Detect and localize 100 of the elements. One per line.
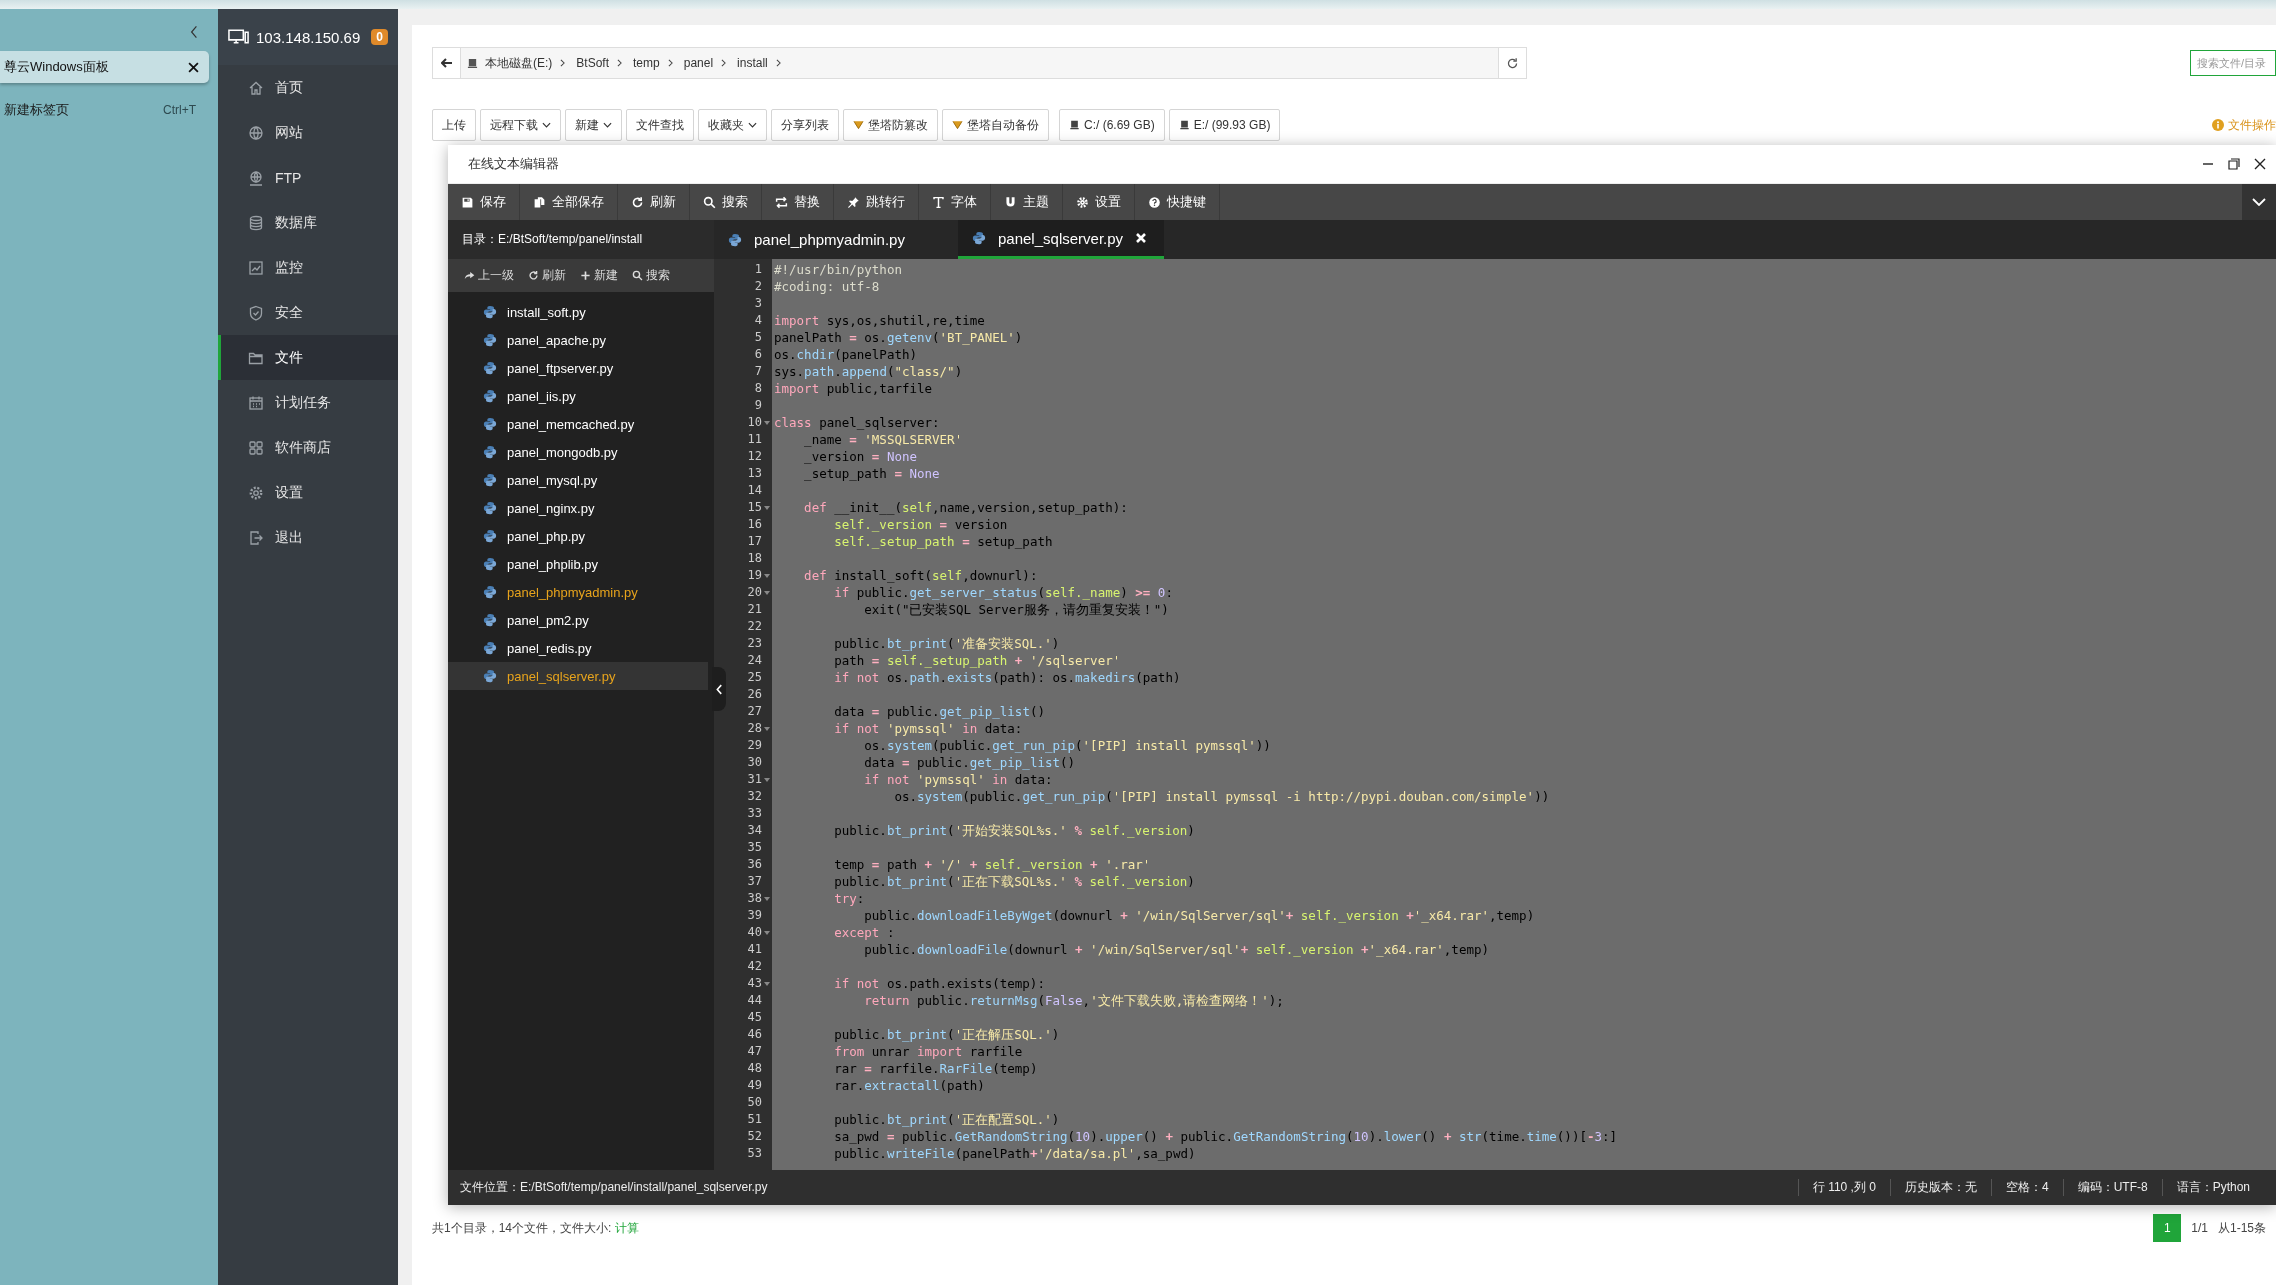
sidebar-label: 安全 xyxy=(275,303,303,322)
tree-action-button[interactable]: 新建 xyxy=(576,267,622,284)
code-line: public.bt_print('准备安装SQL.') xyxy=(833,635,1061,652)
sidebar-item[interactable]: 安全 xyxy=(218,290,398,335)
file-item[interactable]: panel_ftpserver.py xyxy=(448,354,708,382)
line-number: 38 xyxy=(747,890,772,907)
code-line: os.system(public.get_run_pip('[PIP] install pymssql -i http://pypi.douban.com/simple')) xyxy=(893,788,1551,805)
fold-icon[interactable] xyxy=(764,505,770,510)
sidebar-item[interactable]: 设置 xyxy=(218,470,398,515)
maximize-icon[interactable] xyxy=(2228,158,2240,170)
fold-icon[interactable] xyxy=(764,573,770,578)
file-item[interactable]: panel_apache.py xyxy=(448,326,708,354)
tree-action-button[interactable]: 刷新 xyxy=(524,267,570,284)
toolbar-button[interactable]: 收藏夹 xyxy=(698,109,767,141)
file-item[interactable]: panel_phpmyadmin.py xyxy=(448,578,708,606)
plus-icon xyxy=(580,270,591,281)
close-icon[interactable] xyxy=(2254,158,2266,170)
text-cursor-icon xyxy=(932,195,945,209)
collapse-handle[interactable] xyxy=(712,667,726,711)
file-tab[interactable]: panel_phpmyadmin.py xyxy=(714,220,958,259)
file-icon xyxy=(483,361,497,375)
code-line: import public,tarfile xyxy=(774,380,934,397)
sidebar-item[interactable]: FTP xyxy=(218,155,398,200)
line-number: 29 xyxy=(747,737,763,754)
file-item[interactable]: panel_phplib.py xyxy=(448,550,708,578)
file-item[interactable]: install_soft.py xyxy=(448,298,708,326)
browser-tab[interactable]: 尊云Windows面板 xyxy=(0,51,209,83)
sidebar-item[interactable]: 数据库 xyxy=(218,200,398,245)
file-tab[interactable]: panel_sqlserver.py xyxy=(958,220,1164,259)
toolbar-button[interactable]: 远程下载 xyxy=(480,109,561,141)
file-item[interactable]: panel_pm2.py xyxy=(448,606,708,634)
path-segment[interactable]: temp xyxy=(630,56,668,70)
chevron-icon xyxy=(560,59,566,67)
toolbar-button[interactable]: 新建 xyxy=(565,109,622,141)
line-number: 47 xyxy=(747,1043,763,1060)
fold-icon[interactable] xyxy=(764,590,770,595)
back-button[interactable] xyxy=(433,48,461,78)
refresh-icon xyxy=(528,270,539,281)
fold-icon[interactable] xyxy=(764,930,770,935)
grid-icon xyxy=(248,439,264,456)
path-segment[interactable]: BtSoft xyxy=(573,56,618,70)
file-item[interactable]: panel_php.py xyxy=(448,522,708,550)
line-number: 9 xyxy=(754,397,763,414)
expand-button[interactable] xyxy=(2242,184,2276,220)
sidebar-item[interactable]: 网站 xyxy=(218,110,398,155)
code-line: if public.get_server_status(self._name) >= 0: xyxy=(833,584,1174,601)
file-icon xyxy=(483,529,497,543)
file-item[interactable]: panel_redis.py xyxy=(448,634,708,662)
fold-icon[interactable] xyxy=(764,777,770,782)
line-number: 14 xyxy=(747,482,763,499)
refresh-button[interactable] xyxy=(1498,48,1526,78)
line-number: 17 xyxy=(747,533,763,550)
tree-action-button[interactable]: 搜索 xyxy=(628,267,674,284)
sidebar-item[interactable]: 监控 xyxy=(218,245,398,290)
file-item[interactable]: panel_iis.py xyxy=(448,382,708,410)
file-item[interactable]: panel_nginx.py xyxy=(448,494,708,522)
sidebar-item[interactable]: 软件商店 xyxy=(218,425,398,470)
fold-icon[interactable] xyxy=(764,726,770,731)
line-number: 8 xyxy=(754,380,763,397)
code-line: public.downloadFile(downurl + '/win/SqlServer/sql'+ self._version +'_x64.rar',temp) xyxy=(863,941,1490,958)
path-segment[interactable]: panel xyxy=(680,56,722,70)
path-segment[interactable]: install xyxy=(734,56,776,70)
line-number: 11 xyxy=(747,431,763,448)
close-icon[interactable] xyxy=(188,61,199,73)
sidebar-label: 数据库 xyxy=(275,213,317,232)
code-line: exit("已安装SQL Server服务，请勿重复安装！") xyxy=(863,601,1170,618)
collapse-icon[interactable] xyxy=(190,25,198,39)
toolbar-button[interactable]: 上传 xyxy=(432,109,476,141)
new-tab-item[interactable]: 新建标签页 Ctrl+T xyxy=(0,101,218,119)
toolbar-button[interactable]: C:/ (6.69 GB) xyxy=(1059,109,1165,141)
file-item[interactable]: panel_mongodb.py xyxy=(448,438,708,466)
sidebar-item[interactable]: 文件 xyxy=(218,335,398,380)
sidebar-item[interactable]: 计划任务 xyxy=(218,380,398,425)
file-item[interactable]: panel_sqlserver.py xyxy=(448,662,708,690)
chevron-icon xyxy=(721,59,727,67)
file-item[interactable]: panel_memcached.py xyxy=(448,410,708,438)
code-line: try: xyxy=(833,890,866,907)
toolbar-button[interactable]: 文件查找 xyxy=(626,109,694,141)
sidebar-item[interactable]: 首页 xyxy=(218,65,398,110)
path-segment[interactable]: 本地磁盘(E:) xyxy=(482,54,561,72)
sidebar-item[interactable]: 退出 xyxy=(218,515,398,560)
chevron-icon xyxy=(617,59,623,67)
line-number: 50 xyxy=(747,1094,763,1111)
file-icon xyxy=(483,417,497,431)
toolbar-button[interactable]: 堡塔自动备份 xyxy=(942,109,1049,141)
file-item[interactable]: panel_mysql.py xyxy=(448,466,708,494)
sidebar-label: FTP xyxy=(275,169,302,186)
fold-icon[interactable] xyxy=(764,420,770,425)
search-field[interactable]: 搜索文件/目录 xyxy=(2190,50,2276,76)
tree-action-button[interactable]: 上一级 xyxy=(460,267,518,284)
line-number: 5 xyxy=(754,329,763,346)
toolbar-button[interactable]: 堡塔防篡改 xyxy=(843,109,938,141)
code-line: public.bt_print('正在配置SQL.') xyxy=(833,1111,1061,1128)
chevron-icon xyxy=(667,59,673,67)
fold-icon[interactable] xyxy=(764,896,770,901)
toolbar-button[interactable]: 分享列表 xyxy=(771,109,839,141)
line-number: 40 xyxy=(747,924,772,941)
fold-icon[interactable] xyxy=(764,981,770,986)
toolbar-button[interactable]: E:/ (99.93 GB) xyxy=(1168,109,1281,141)
code-line: path = self._setup_path + '/sqlserver' xyxy=(833,652,1122,669)
